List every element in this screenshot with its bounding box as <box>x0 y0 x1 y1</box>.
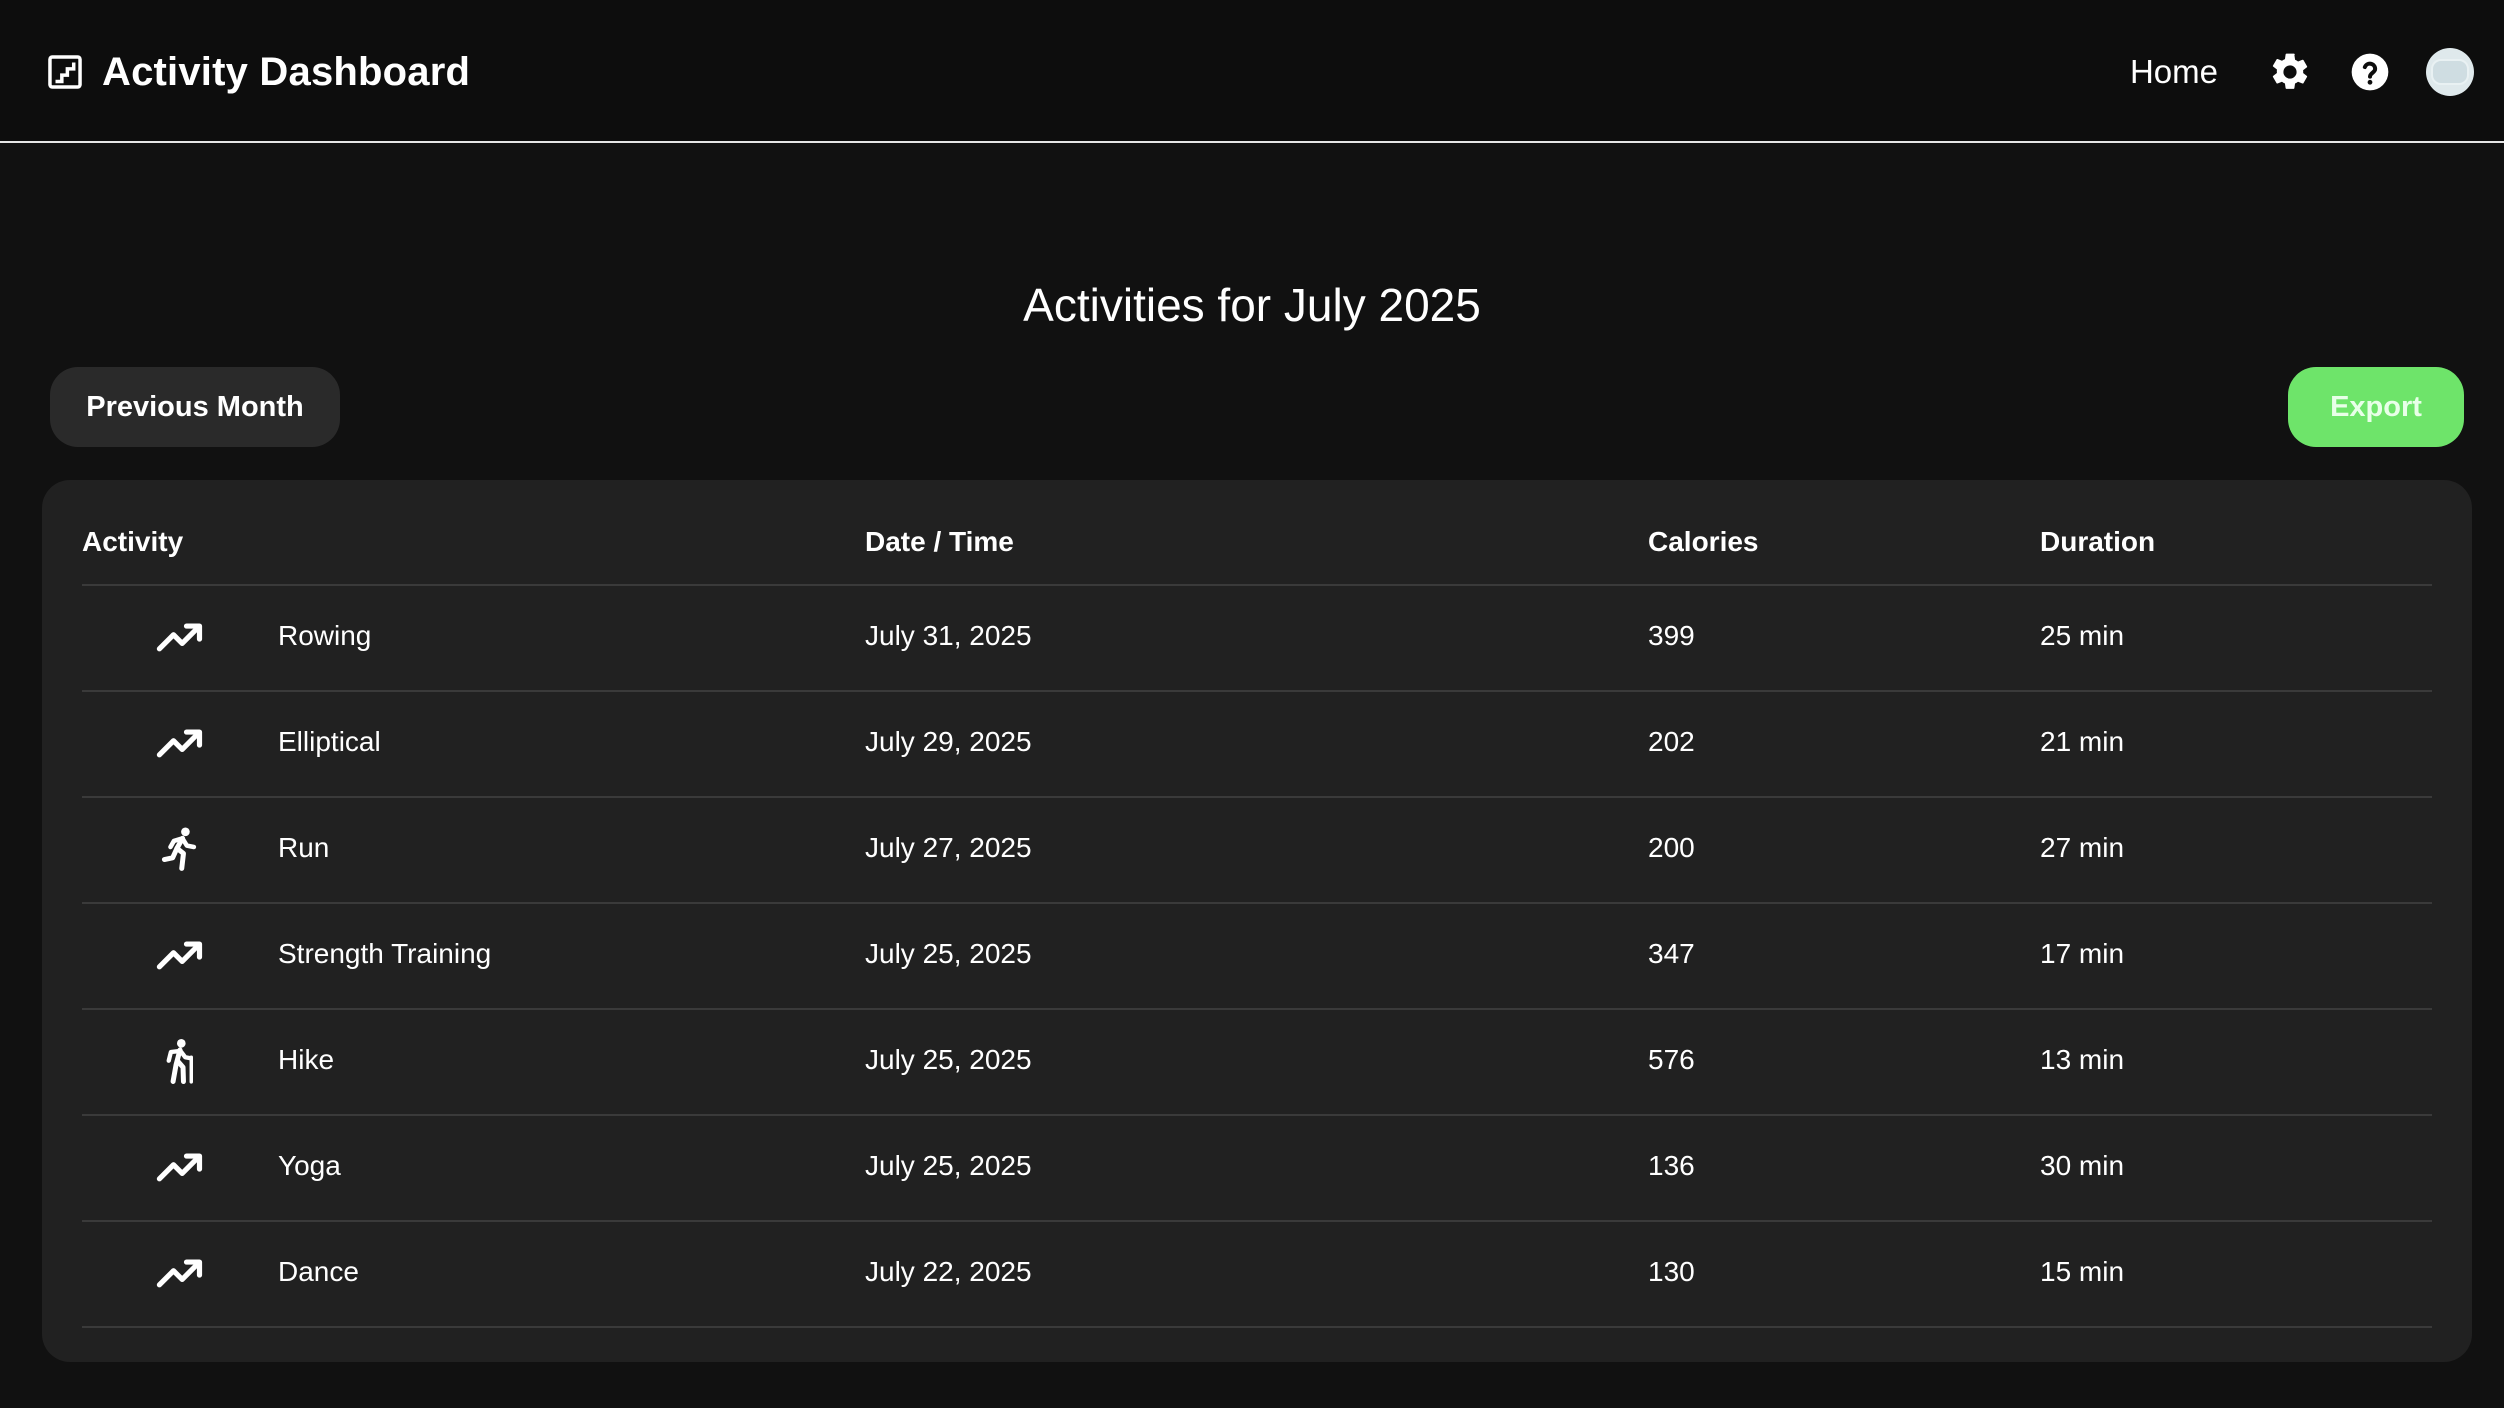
activity-date: July 27, 2025 <box>865 832 1032 863</box>
activity-name: Yoga <box>278 1150 341 1181</box>
table-row[interactable]: Run July 27, 2025 200 27 min <box>82 798 2432 904</box>
stairs-icon <box>48 55 82 89</box>
run-icon <box>154 824 206 876</box>
column-header-activity[interactable]: Activity <box>82 526 183 558</box>
activity-calories: 130 <box>1648 1256 1695 1287</box>
activity-calories: 347 <box>1648 938 1695 969</box>
top-bar: Activity Dashboard Home <box>0 0 2504 143</box>
hike-icon <box>154 1036 206 1088</box>
settings-button[interactable] <box>2266 48 2314 96</box>
trending-up-icon <box>154 718 206 770</box>
column-header-calories[interactable]: Calories <box>1648 526 1759 558</box>
page-title: Activities for July 2025 <box>1023 279 1481 331</box>
app-title: Activity Dashboard <box>102 49 471 94</box>
trending-up-icon <box>154 1142 206 1194</box>
activity-duration: 21 min <box>2040 726 2125 757</box>
activity-duration: 15 min <box>2040 1256 2125 1287</box>
activity-calories: 576 <box>1648 1044 1695 1075</box>
activity-duration: 25 min <box>2040 620 2125 651</box>
activity-date: July 22, 2025 <box>865 1256 1032 1287</box>
gear-icon <box>2272 53 2308 89</box>
activity-duration: 13 min <box>2040 1044 2125 1075</box>
activities-table: Activity Date / Time Calories Duration R… <box>82 480 2432 1328</box>
activity-name: Run <box>278 832 330 863</box>
activity-duration: 30 min <box>2040 1150 2125 1181</box>
column-header-duration[interactable]: Duration <box>2040 526 2155 558</box>
activity-calories: 202 <box>1648 726 1695 757</box>
help-icon <box>2351 53 2389 91</box>
activity-date: July 25, 2025 <box>865 938 1032 969</box>
export-button[interactable]: Export <box>2288 367 2464 447</box>
nav-home-link[interactable]: Home <box>2130 53 2218 91</box>
activity-date: July 29, 2025 <box>865 726 1032 757</box>
help-button[interactable] <box>2346 48 2394 96</box>
table-row[interactable]: Strength Training July 25, 2025 347 17 m… <box>82 904 2432 1010</box>
activity-name: Dance <box>278 1256 359 1287</box>
avatar[interactable] <box>2426 48 2474 96</box>
table-header: Activity Date / Time Calories Duration <box>82 480 2432 586</box>
table-row[interactable]: Yoga July 25, 2025 136 30 min <box>82 1116 2432 1222</box>
table-row[interactable]: Hike July 25, 2025 576 13 min <box>82 1010 2432 1116</box>
trending-up-icon <box>154 930 206 982</box>
avatar-image <box>2431 59 2469 85</box>
trending-up-icon <box>154 612 206 664</box>
table-row[interactable]: Rowing July 31, 2025 399 25 min <box>82 586 2432 692</box>
activity-date: July 25, 2025 <box>865 1150 1032 1181</box>
activity-name: Strength Training <box>278 938 492 969</box>
trending-up-icon <box>154 1248 206 1300</box>
app: Activity Dashboard Home Activities for J… <box>0 0 2504 1408</box>
table-row[interactable]: Dance July 22, 2025 130 15 min <box>82 1222 2432 1328</box>
activity-name: Elliptical <box>278 726 381 757</box>
brand[interactable]: Activity Dashboard <box>46 44 470 100</box>
table-row[interactable]: Elliptical July 29, 2025 202 21 min <box>82 692 2432 798</box>
activity-calories: 200 <box>1648 832 1695 863</box>
column-header-date[interactable]: Date / Time <box>865 526 1014 558</box>
activity-duration: 17 min <box>2040 938 2125 969</box>
top-nav: Home <box>2130 42 2474 102</box>
activity-name: Rowing <box>278 620 372 651</box>
table-body: Rowing July 31, 2025 399 25 min Elliptic… <box>82 586 2432 1328</box>
activity-calories: 136 <box>1648 1150 1695 1181</box>
activities-table-card: Activity Date / Time Calories Duration R… <box>42 480 2472 1362</box>
activity-name: Hike <box>278 1044 335 1075</box>
activity-date: July 25, 2025 <box>865 1044 1032 1075</box>
activity-date: July 31, 2025 <box>865 620 1032 651</box>
activity-calories: 399 <box>1648 620 1695 651</box>
previous-month-button[interactable]: Previous Month <box>50 367 340 447</box>
activity-duration: 27 min <box>2040 832 2125 863</box>
